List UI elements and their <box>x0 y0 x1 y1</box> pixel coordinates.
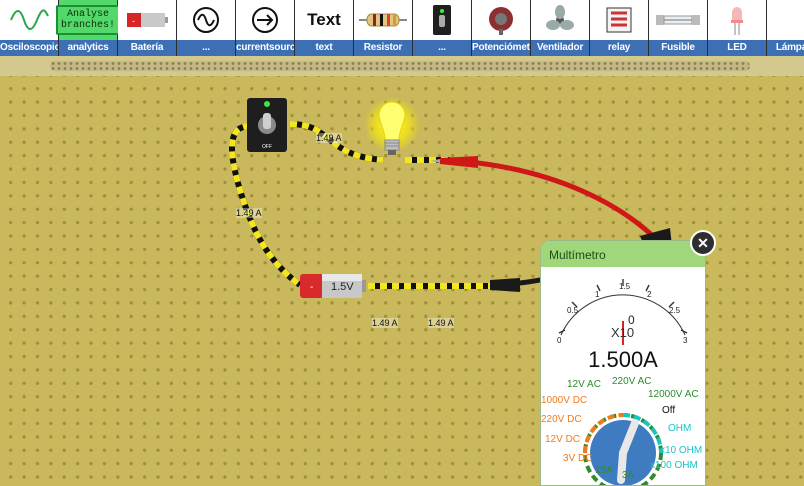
red-probe[interactable] <box>430 156 657 240</box>
range-15a[interactable]: 15A <box>595 465 613 476</box>
scale-tick: 1 <box>595 290 600 299</box>
range-12v-ac[interactable]: 12V AC <box>567 379 601 390</box>
range-x100-ohm[interactable]: x100 OHM <box>650 460 698 471</box>
multiplier-label: X10 <box>611 325 634 340</box>
multimeter-reading: 1.500A <box>588 347 658 372</box>
range-off[interactable]: Off <box>662 405 675 416</box>
switch-state-label: OFF <box>262 144 272 150</box>
current-label: 1.49 A <box>316 133 342 143</box>
range-3a[interactable]: 3A <box>622 470 634 481</box>
light-bulb[interactable] <box>364 97 420 155</box>
close-icon[interactable]: ✕ <box>690 230 716 256</box>
battery-voltage-label: 1.5V <box>331 281 354 293</box>
current-label: 1.49 A <box>236 208 262 218</box>
range-220v-dc[interactable]: 220V DC <box>541 414 582 425</box>
range-12000v-ac[interactable]: 12000V AC <box>648 389 699 400</box>
range-1000v-dc[interactable]: 1000V DC <box>541 395 587 406</box>
scale-tick: 0.5 <box>567 306 579 315</box>
scale-tick: 3 <box>683 336 688 345</box>
current-label: 1.49 A <box>372 318 398 328</box>
multimeter-title: Multímetro <box>541 241 705 267</box>
current-label: 1.49 A <box>428 318 454 328</box>
range-3v-dc[interactable]: 3V DC <box>563 453 592 464</box>
range-ohm[interactable]: OHM <box>668 423 691 434</box>
range-12v-dc[interactable]: 12V DC <box>545 434 580 445</box>
scale-tick: 2.5 <box>669 306 681 315</box>
scale-tick: 2 <box>647 290 652 299</box>
range-220v-ac[interactable]: 220V AC <box>612 376 651 387</box>
svg-text:-: - <box>310 282 313 293</box>
scale-tick: 0 <box>557 336 562 345</box>
range-x10-ohm[interactable]: x10 OHM <box>660 445 702 456</box>
scale-tick: 1.5 <box>619 282 631 291</box>
